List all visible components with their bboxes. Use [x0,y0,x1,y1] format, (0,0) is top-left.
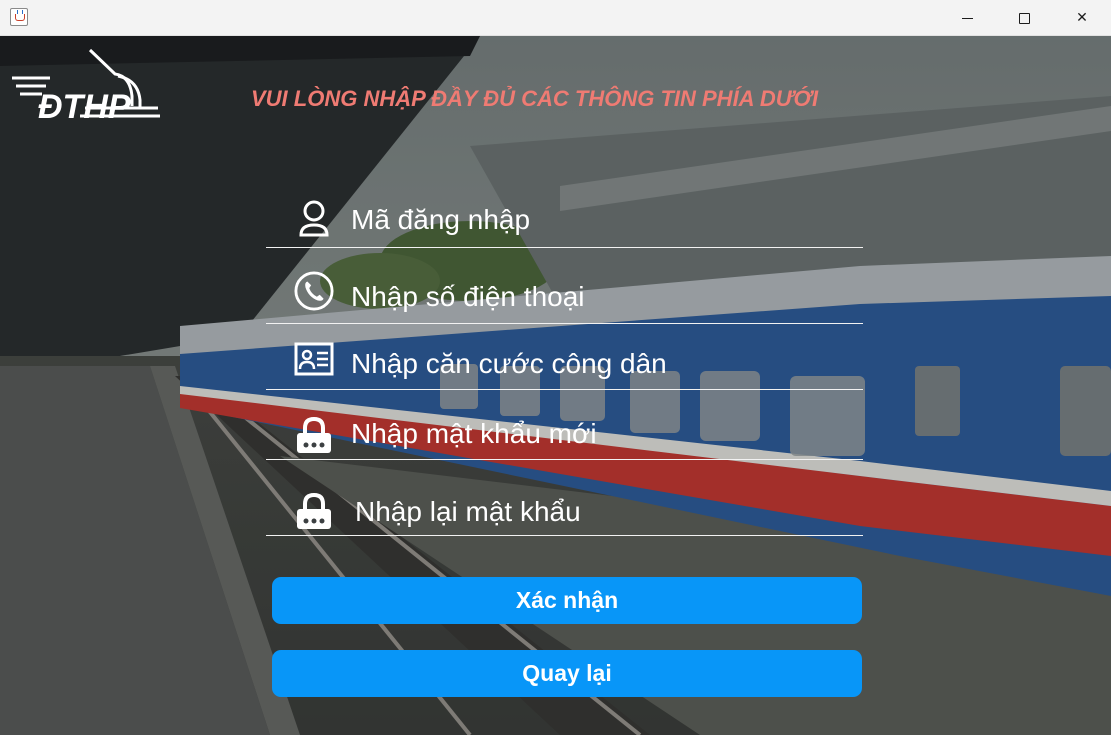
maximize-icon [1018,12,1030,24]
phone-placeholder: Nhập số điện thoại [351,281,585,312]
citizen-id-placeholder: Nhập căn cước công dân [351,348,667,379]
confirm-password-field[interactable]: Nhập lại mật khẩu [266,478,863,536]
form-title: VUI LÒNG NHẬP ĐẦY ĐỦ CÁC THÔNG TIN PHÍA … [251,86,819,111]
confirm-password-placeholder: Nhập lại mật khẩu [355,496,581,527]
phone-icon [294,270,334,312]
back-button[interactable]: Quay lại [272,650,862,697]
login-code-placeholder: Mã đăng nhập [351,204,531,235]
minimize-button[interactable] [938,0,996,36]
java-app-icon [10,8,28,26]
confirm-button[interactable]: Xác nhận [272,577,862,624]
dthp-logo: ĐTHP [12,48,160,126]
logo-text: ĐTHP [38,88,131,126]
lock-icon [294,414,334,456]
minimize-icon [961,17,973,19]
citizen-id-field[interactable]: Nhập căn cước công dân [266,332,863,390]
login-code-field[interactable]: Mã đăng nhập [266,190,863,248]
close-button[interactable]: ✕ [1053,0,1111,36]
new-password-placeholder: Nhập mật khẩu mới [351,418,597,449]
lock-icon [294,490,334,532]
register-panel: ĐTHP VUI LÒNG NHẬP ĐẦY ĐỦ CÁC THÔNG TIN … [0,36,1111,735]
new-password-field[interactable]: Nhập mật khẩu mới [266,402,863,460]
phone-field[interactable]: Nhập số điện thoại [266,266,863,324]
maximize-button[interactable] [995,0,1053,36]
user-icon [294,198,334,240]
close-icon: ✕ [1076,10,1088,26]
window-titlebar: ✕ [0,0,1111,36]
id-card-icon [294,338,334,380]
